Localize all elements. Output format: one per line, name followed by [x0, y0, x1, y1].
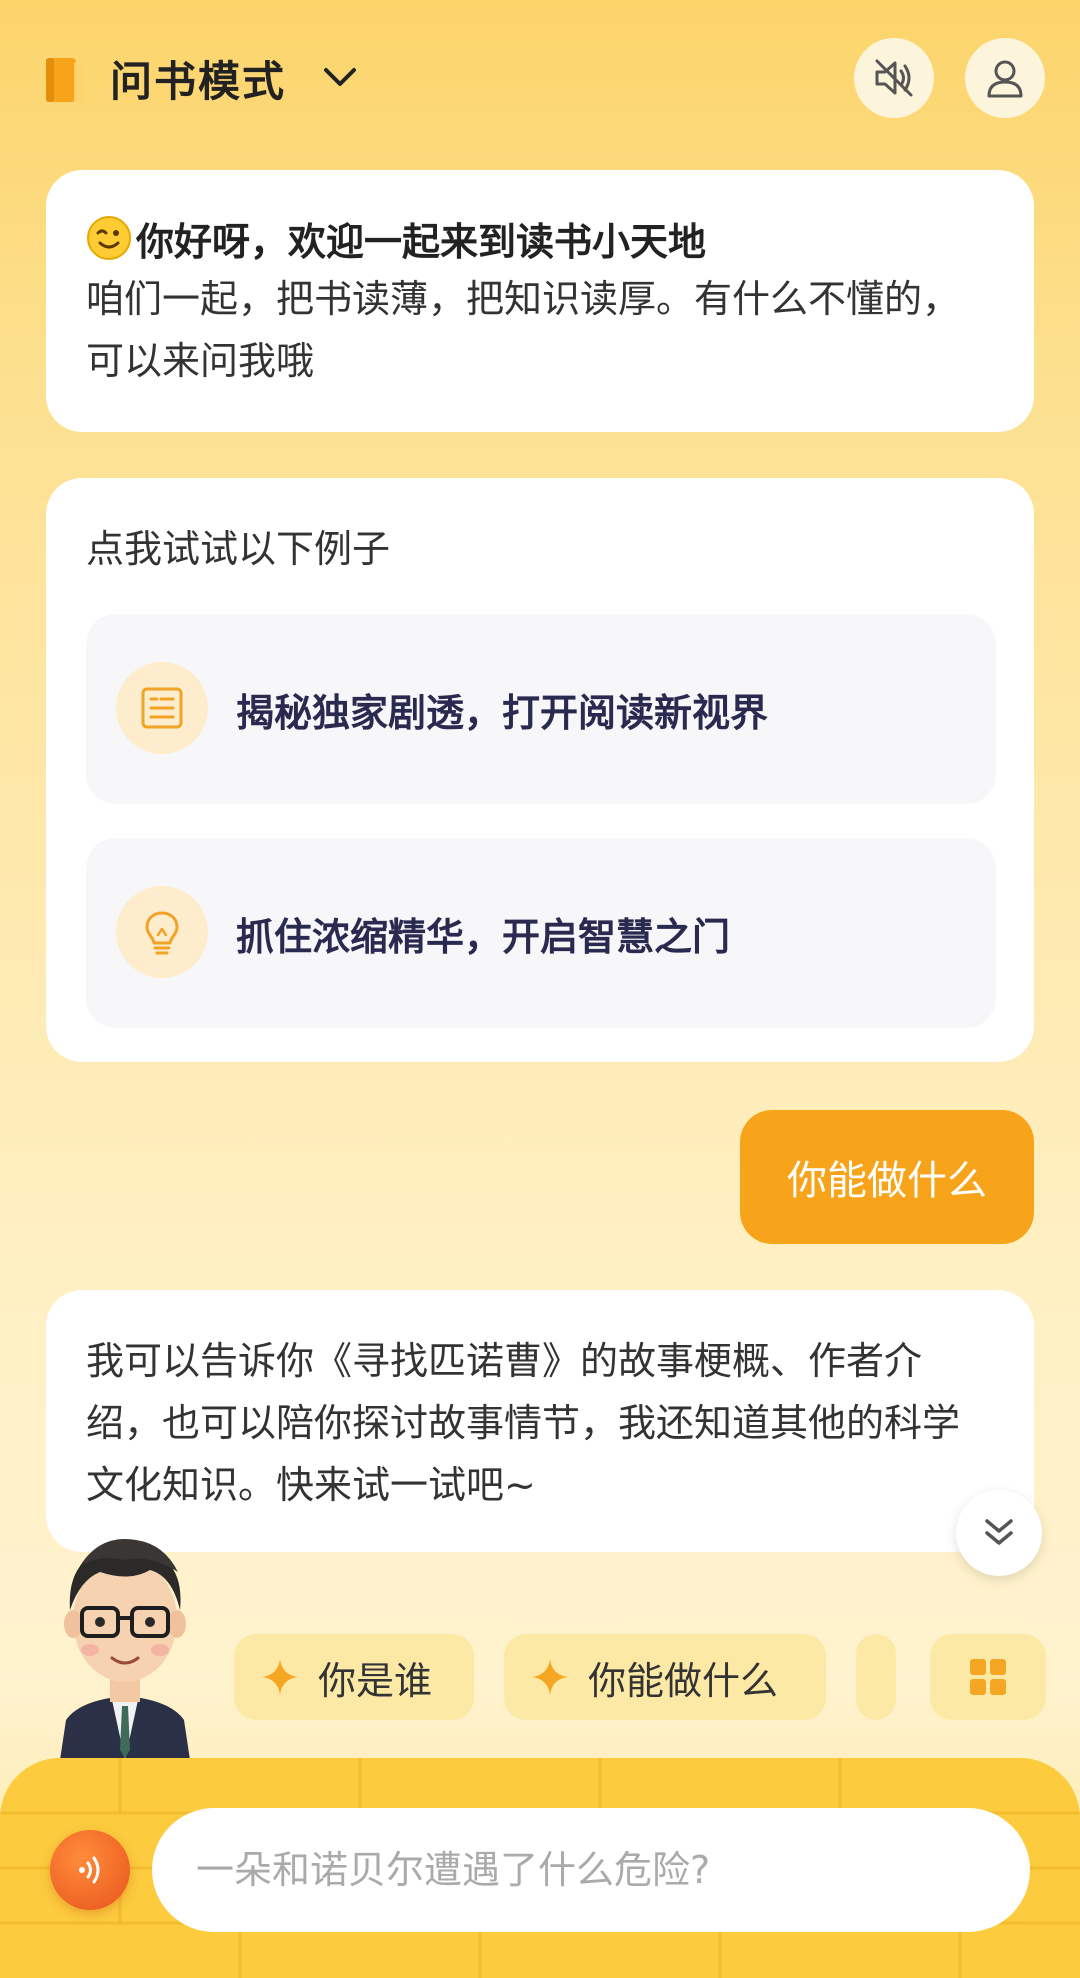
- suggestion-chip[interactable]: 你是谁: [234, 1634, 474, 1720]
- example-item-spoiler[interactable]: 揭秘独家剧透，打开阅读新视界: [86, 614, 996, 804]
- chevron-down-icon[interactable]: [320, 58, 360, 98]
- speaker-mute-icon: [875, 59, 913, 97]
- mute-button[interactable]: [854, 38, 934, 118]
- user-icon: [987, 60, 1023, 98]
- scroll-to-bottom-button[interactable]: [956, 1490, 1042, 1576]
- examples-title: 点我试试以下例子: [86, 527, 391, 571]
- double-chevron-down-icon: [985, 1519, 1013, 1545]
- more-apps-button[interactable]: [930, 1634, 1046, 1720]
- suggestion-chip-partial[interactable]: [856, 1634, 896, 1720]
- example-label: 揭秘独家剧透，打开阅读新视界: [236, 690, 769, 735]
- mode-title[interactable]: 问书模式: [110, 48, 286, 109]
- lightbulb-icon: [145, 911, 179, 955]
- examples-card: 点我试试以下例子 揭秘独家剧透，打开阅读新视界 抓住浓缩精华，开启智慧之门: [46, 478, 1034, 1062]
- assistant-message-text: 我可以告诉你《寻找匹诺曹》的故事梗概、作者介绍，也可以陪你探讨故事情节，我还知道…: [86, 1339, 961, 1507]
- voice-wave-icon: [79, 1856, 100, 1884]
- sparkle-icon: [532, 1659, 568, 1695]
- chip-label: 你是谁: [318, 1658, 433, 1703]
- wink-emoji-icon: [87, 216, 131, 260]
- chip-label: 你能做什么: [588, 1658, 779, 1703]
- sparkle-icon: [262, 1659, 298, 1695]
- message-input-container: [152, 1808, 1030, 1932]
- example-label: 抓住浓缩精华，开启智慧之门: [236, 914, 731, 959]
- grid-icon: [970, 1659, 1006, 1695]
- profile-button[interactable]: [965, 38, 1045, 118]
- document-icon: [141, 687, 183, 729]
- example-item-essence[interactable]: 抓住浓缩精华，开启智慧之门: [86, 838, 996, 1028]
- book-icon: [46, 58, 84, 102]
- welcome-title: 你好呀，欢迎一起来到读书小天地: [136, 219, 707, 264]
- welcome-card: 你好呀，欢迎一起来到读书小天地 咱们一起，把书读薄，把知识读厚。有什么不懂的，可…: [46, 170, 1034, 432]
- character-avatar: [60, 1539, 190, 1760]
- app-header: 问书模式: [0, 0, 1080, 160]
- voice-input-button[interactable]: [50, 1830, 130, 1910]
- user-message-bubble: 你能做什么: [740, 1110, 1034, 1244]
- suggestion-chip[interactable]: 你能做什么: [504, 1634, 826, 1720]
- welcome-body: 咱们一起，把书读薄，把知识读厚。有什么不懂的，可以来问我哦: [86, 277, 961, 383]
- message-input[interactable]: [152, 1808, 1030, 1932]
